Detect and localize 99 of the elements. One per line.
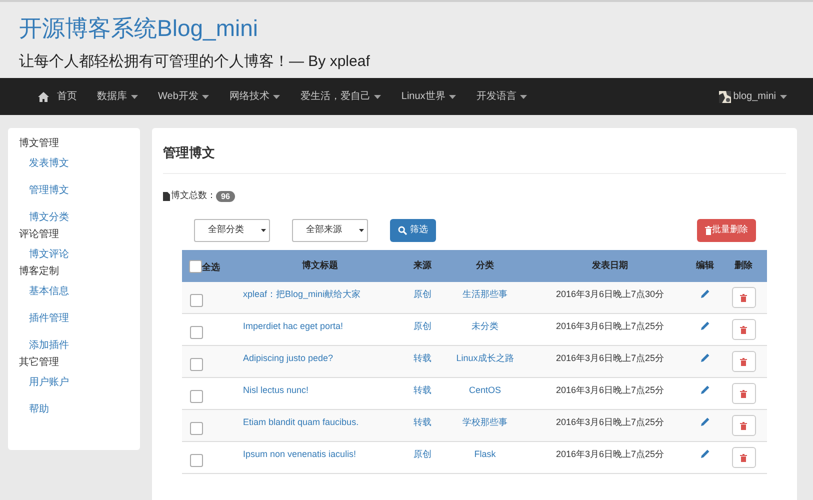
checkbox[interactable] — [190, 358, 203, 370]
sidebar-heading: 博文管理 — [19, 137, 59, 151]
column-header: 分类 — [476, 259, 494, 272]
delete-button[interactable] — [732, 287, 756, 308]
table-cell-text: 2016年3月6日晚上7点25分 — [556, 448, 664, 461]
sidebar-link[interactable]: 博文评论 — [29, 248, 69, 262]
source-link[interactable]: 转载 — [414, 384, 432, 398]
trash-icon — [740, 358, 747, 366]
sidebar-link[interactable]: 管理博文 — [29, 184, 69, 198]
pencil-icon[interactable] — [700, 321, 710, 330]
sidebar-heading: 博客定制 — [19, 265, 59, 279]
source-link[interactable]: 原创 — [414, 448, 432, 462]
delete-button[interactable] — [732, 351, 756, 372]
category-link[interactable]: Flask — [474, 448, 496, 462]
category-link[interactable]: CentOS — [468, 384, 501, 398]
pencil-icon[interactable] — [700, 449, 710, 458]
caret-icon — [520, 94, 528, 98]
post-count-label: 博文总数： — [171, 189, 216, 202]
nav-link[interactable]: Web开发 — [158, 89, 210, 104]
sidebar-link[interactable]: 用户账户 — [29, 376, 69, 390]
caret-icon — [131, 94, 138, 98]
post-title-link[interactable]: Nisl lectus nunc! — [235, 384, 309, 398]
nav-link[interactable]: Linux世界 — [401, 89, 456, 104]
caret-icon — [202, 94, 210, 98]
nav-link[interactable]: 网络技术 — [229, 89, 280, 104]
pencil-icon[interactable] — [700, 289, 710, 298]
sidebar-link[interactable]: 帮助 — [29, 403, 49, 417]
caret-icon — [780, 94, 787, 98]
user-menu[interactable]: blog_mini — [719, 89, 787, 104]
trash-icon — [705, 226, 712, 234]
table-cell-text: 2016年3月6日晚上7点25分 — [556, 320, 664, 333]
checkbox[interactable] — [190, 326, 203, 338]
checkbox[interactable] — [190, 422, 203, 434]
select-field[interactable]: 全部分类 — [194, 218, 270, 242]
site-subtitle: 让每个人都轻松拥有可管理的个人博客！— By xpleaf — [19, 52, 371, 72]
caret-icon — [261, 228, 266, 232]
column-header: 博文标题 — [302, 259, 338, 272]
delete-button[interactable] — [732, 383, 756, 404]
search-icon — [398, 226, 407, 234]
pencil-icon[interactable] — [700, 353, 710, 362]
trash-icon — [740, 454, 747, 462]
post-title-link[interactable]: Etiam blandit quam faucibus. — [235, 416, 359, 430]
trash-icon — [740, 294, 747, 302]
category-link[interactable]: 未分类 — [472, 320, 498, 334]
caret-icon — [273, 94, 280, 98]
category-link[interactable]: Linux成长之路 — [456, 352, 514, 366]
source-link[interactable]: 转载 — [414, 352, 432, 366]
post-title-link[interactable]: Imperdiet hac eget porta! — [235, 320, 344, 334]
delete-button[interactable] — [732, 319, 756, 340]
category-link[interactable]: 生活那些事 — [462, 288, 508, 302]
delete-button[interactable] — [732, 415, 756, 436]
column-header: 发表日期 — [592, 259, 628, 272]
column-header: 全选 — [202, 261, 220, 274]
trash-icon — [740, 326, 747, 334]
source-link[interactable]: 原创 — [414, 320, 432, 334]
select-field[interactable]: 全部来源 — [292, 218, 368, 242]
caret-icon — [359, 228, 364, 232]
checkbox[interactable] — [190, 390, 203, 402]
sidebar-link[interactable]: 添加插件 — [29, 339, 69, 353]
source-link[interactable]: 原创 — [414, 288, 432, 302]
caret-icon — [374, 94, 382, 98]
post-title-link[interactable]: Adipiscing justo pede? — [235, 352, 334, 366]
nav-link[interactable]: 首页 — [38, 89, 77, 104]
checkbox[interactable] — [189, 260, 202, 272]
filter-button[interactable]: 筛选 — [390, 218, 436, 242]
sidebar-link[interactable]: 基本信息 — [29, 285, 69, 299]
trash-icon — [740, 422, 747, 430]
site-title[interactable]: 开源博客系统Blog_mini — [19, 14, 813, 42]
sidebar-heading: 评论管理 — [19, 228, 59, 242]
sidebar-link[interactable]: 发表博文 — [29, 157, 69, 171]
nav-link[interactable]: 数据库 — [97, 89, 138, 104]
column-header: 编辑 — [696, 259, 714, 272]
page-heading: 管理博文 — [163, 144, 215, 162]
sidebar-link[interactable]: 插件管理 — [29, 312, 69, 326]
count-badge: 96 — [216, 190, 235, 202]
sidebar-heading: 其它管理 — [19, 356, 59, 370]
table-cell-text: 2016年3月6日晚上7点25分 — [556, 352, 664, 365]
post-title-link[interactable]: Ipsum non venenatis iaculis! — [235, 448, 356, 462]
bulk-delete-button[interactable]: 批量删除 — [697, 218, 756, 242]
nav-link[interactable]: 爱生活，爱自己 — [300, 89, 382, 104]
table-cell-text: 2016年3月6日晚上7点25分 — [556, 384, 664, 397]
checkbox[interactable] — [190, 294, 203, 306]
nav-link[interactable]: 开发语言 — [476, 89, 528, 104]
column-header: 删除 — [734, 259, 752, 272]
pencil-icon[interactable] — [700, 417, 710, 426]
trash-icon — [740, 390, 747, 398]
table-cell-text: 2016年3月6日晚上7点30分 — [556, 288, 664, 301]
post-title-link[interactable]: xpleaf：把Blog_mini献给大家 — [235, 288, 361, 302]
source-link[interactable]: 转载 — [414, 416, 432, 430]
category-link[interactable]: 学校那些事 — [462, 416, 508, 430]
table-cell-text: 2016年3月6日晚上7点25分 — [556, 416, 664, 429]
delete-button[interactable] — [732, 447, 756, 468]
caret-icon — [449, 94, 456, 98]
column-header: 来源 — [414, 259, 432, 272]
checkbox[interactable] — [190, 454, 203, 466]
document-icon — [163, 192, 170, 200]
pencil-icon[interactable] — [700, 385, 710, 394]
home-icon — [38, 92, 49, 102]
sidebar-link[interactable]: 博文分类 — [29, 211, 69, 225]
